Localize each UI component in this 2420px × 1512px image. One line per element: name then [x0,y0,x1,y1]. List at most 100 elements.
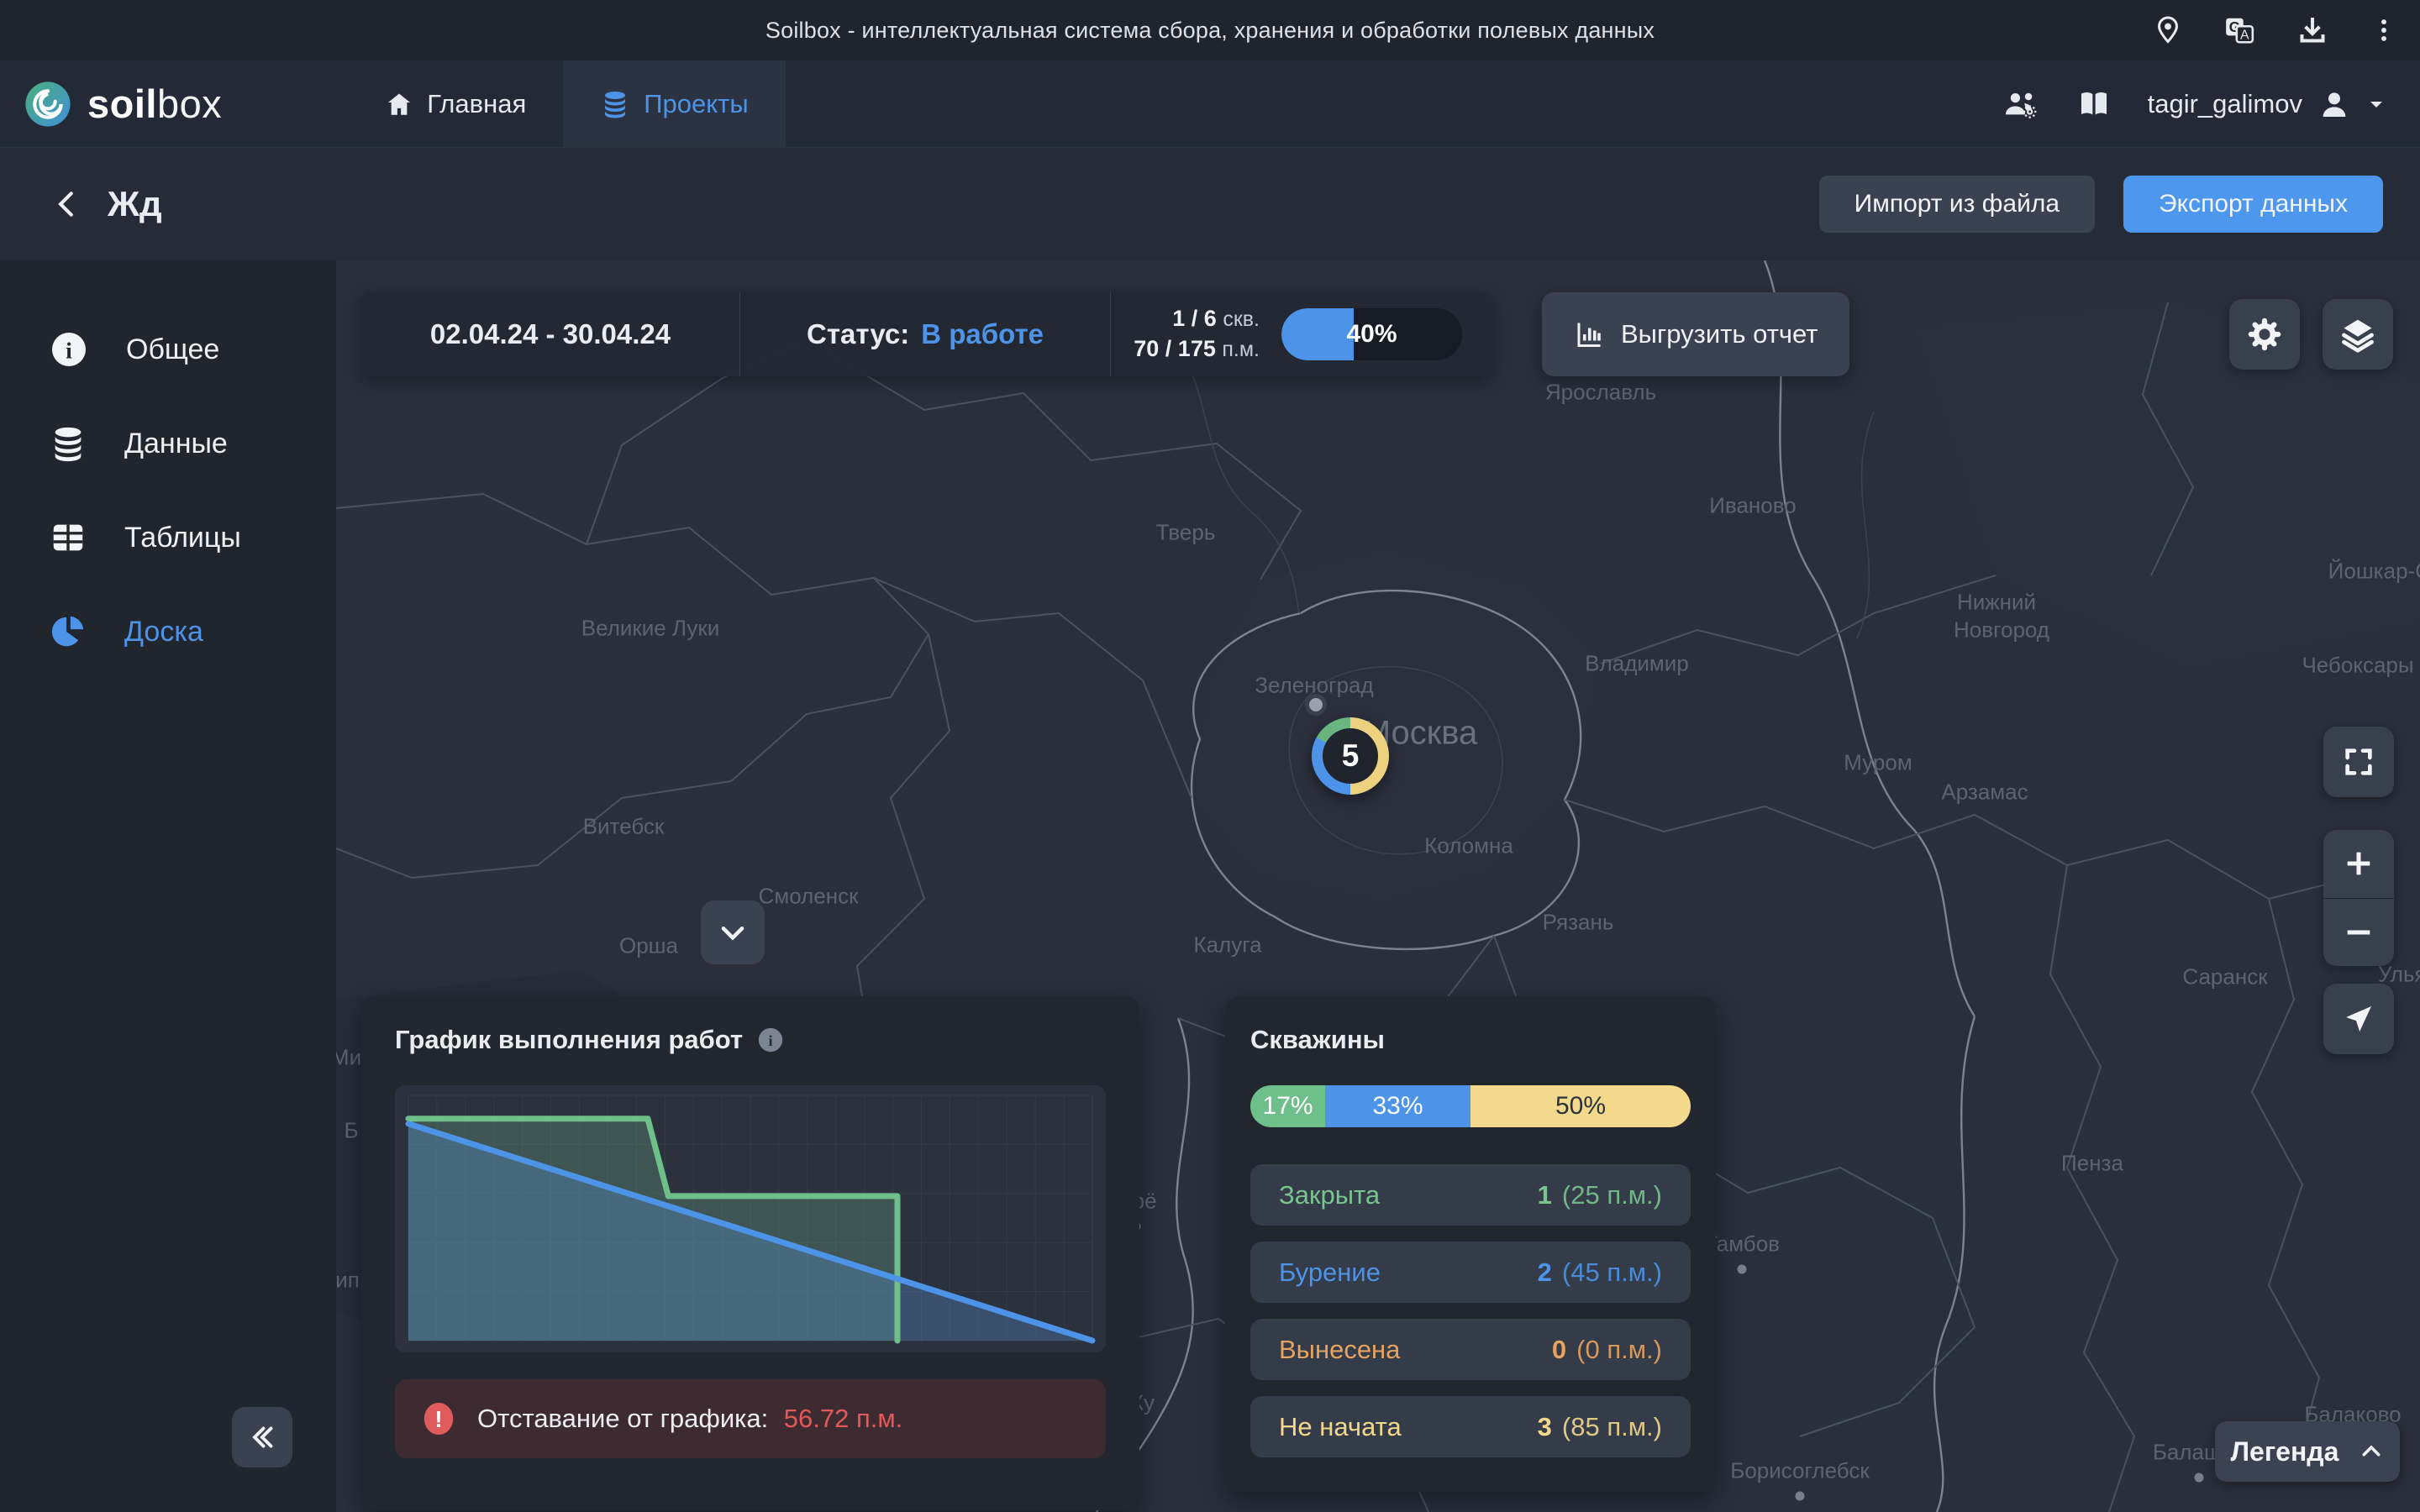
export-button[interactable]: Экспорт данных [2123,176,2383,233]
progress-percent: 40% [1281,308,1462,360]
user-avatar-icon [2317,87,2351,121]
sidebar-item-data[interactable]: Данные [0,396,336,491]
map-canvas[interactable]: ЯрославльИвановоНижнийНовгородЙошкар-ОлЧ… [336,260,2420,1512]
titlebar: Soilbox - интеллектуальная система сбора… [0,0,2420,60]
map-city-dot [1796,1492,1805,1501]
sidebar-collapse-button[interactable] [232,1407,292,1467]
map-city-label: Арзамас [1941,780,2028,806]
map-city-label: Борисоглебск [1730,1458,1869,1484]
well-cluster-marker[interactable]: 5 [1312,717,1389,795]
info-icon[interactable]: i [756,1026,785,1054]
sidebar: i Общее Данные Таблицы Доска [0,260,336,1512]
cluster-count: 5 [1342,738,1360,774]
brand-text: soilbox [87,81,222,127]
gear-icon [2246,316,2283,353]
home-icon [385,90,413,118]
plus-icon [2342,847,2375,880]
chevron-down-icon [717,916,749,948]
docs-book-icon[interactable] [2077,87,2111,121]
info-icon: i [49,329,89,370]
map-settings-button[interactable] [2229,299,2300,370]
sidebar-item-tables[interactable]: Таблицы [0,491,336,585]
status-label: Статус: [807,318,909,350]
status: Статус: В работе [739,292,1111,376]
user-menu[interactable]: tagir_galimov [2148,87,2386,121]
project-header: Жд Импорт из файла Экспорт данных [0,148,2420,260]
export-report-button[interactable]: Выгрузить отчет [1542,292,1849,376]
chevron-left-icon [51,188,83,220]
database-icon [600,89,630,119]
well-counts: 1 / 6 скв. 70 / 175 п.м. [1134,304,1260,364]
alert-value: 56.72 п.м. [784,1404,903,1433]
wells-status-row[interactable]: Вынесена 0(0 п.м.) [1250,1319,1691,1380]
exclamation-icon: ! [420,1400,457,1437]
map-zoom-controls [2323,830,2394,966]
wells-panel: Скважины 17%33%50% Закрыта1(25 п.м.)Буре… [1225,996,1716,1492]
wells-bar-segment: 50% [1470,1085,1691,1127]
map-city-label: Смоленск [759,884,859,910]
wells-distribution-bar: 17%33%50% [1250,1085,1691,1127]
location-pin-icon[interactable] [2153,15,2183,45]
collapse-panels-button[interactable] [701,900,765,964]
app-title: Soilbox - интеллектуальная система сбора… [765,18,1655,44]
layers-icon [2339,316,2376,353]
map-city-label: Муром [1844,750,1912,776]
well-status-label: Вынесена [1279,1335,1400,1365]
translate-icon[interactable]: GA [2223,14,2255,46]
wells-status-row[interactable]: Не начата3(85 п.м.) [1250,1396,1691,1457]
svg-text:!: ! [434,1406,442,1432]
zoom-out-button[interactable] [2323,899,2394,967]
wells-bar-segment: 33% [1325,1085,1470,1127]
wells-status-row[interactable]: Закрыта1(25 п.м.) [1250,1164,1691,1226]
zoom-in-button[interactable] [2323,830,2394,899]
well-status-value: 0(0 п.м.) [1552,1335,1662,1365]
nav-item-label: Главная [427,89,526,119]
well-marker[interactable] [1305,694,1327,716]
well-status-value: 1(25 п.м.) [1538,1180,1662,1210]
pie-chart-icon [49,612,87,651]
map-layers-button[interactable] [2323,299,2393,370]
brand[interactable]: soilbox [0,60,222,147]
map-city-label: Рязань [1543,910,1614,936]
map-city-label: Саранск [2182,964,2267,990]
well-status-label: Не начата [1279,1412,1402,1442]
map-city-label: Великие Луки [581,616,719,642]
map-city-label: Йошкар-Ол [2328,559,2420,585]
nav-item-home[interactable]: Главная [348,60,563,147]
project-title: Жд [108,184,162,224]
map-city-label: Владимир [1585,651,1689,677]
app-root: Soilbox - интеллектуальная система сбора… [0,0,2420,1512]
download-icon[interactable] [2296,13,2329,47]
schedule-chart [395,1085,1106,1352]
status-value: В работе [921,318,1044,350]
wells-status-row[interactable]: Бурение2(45 п.м.) [1250,1242,1691,1303]
table-icon [49,518,87,557]
alert-label: Отставание от графика: [477,1404,768,1433]
svg-text:i: i [769,1032,773,1049]
nav-item-projects[interactable]: Проекты [563,60,785,147]
map-city-label: Ми [336,1045,361,1071]
map-city-label: Калуга [1193,932,1261,958]
import-button[interactable]: Импорт из файла [1819,176,2095,233]
sidebar-item-general[interactable]: i Общее [0,302,336,396]
map-city-label: Чебоксары [2302,653,2413,679]
map-fullscreen-button[interactable] [2323,727,2394,797]
minus-icon [2342,916,2375,949]
map-city-label: Б [344,1118,358,1144]
user-management-icon[interactable] [2002,87,2040,121]
back-button[interactable] [44,181,91,228]
project-status-bar: 02.04.24 - 30.04.24 Статус: В работе 1 /… [361,292,1492,376]
work-schedule-panel: График выполнения работ i ! Отставание о… [361,996,1139,1510]
well-status-value: 2(45 п.м.) [1538,1257,1662,1288]
map-city-label: Иваново [1709,493,1796,519]
bar-chart-icon [1574,319,1604,349]
kebab-menu-icon[interactable] [2370,16,2398,45]
panel-title: График выполнения работ i [395,1025,1106,1055]
map-city-label: Коломна [1424,833,1513,859]
sidebar-item-board[interactable]: Доска [0,585,336,679]
map-locate-button[interactable] [2323,984,2394,1054]
map-city-label: Новгород [1954,617,2049,643]
wells-bar-segment: 17% [1250,1085,1325,1127]
legend-button[interactable]: Легенда [2215,1421,2400,1482]
map-city-label: Витебск [583,814,665,840]
